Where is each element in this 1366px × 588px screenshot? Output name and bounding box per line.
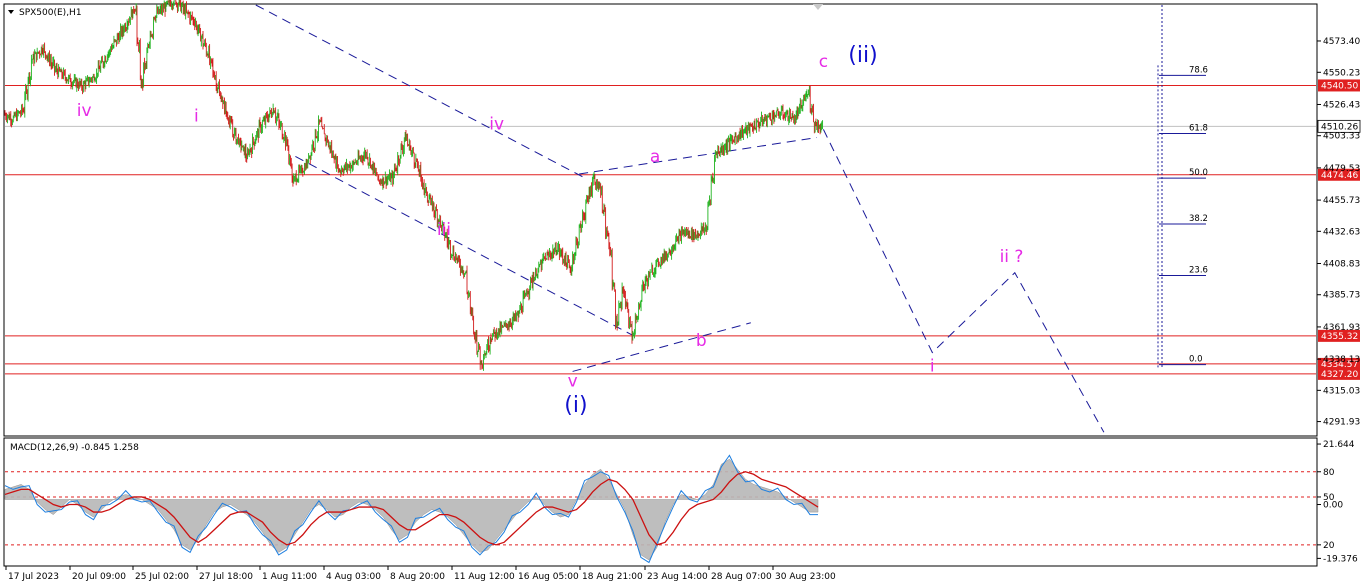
chart-canvas[interactable]: 4540.504474.464355.324334.574327.204510.… — [0, 0, 1366, 588]
price-tick-label: 4526.43 — [1323, 100, 1360, 110]
price-tick-label: 4361.93 — [1323, 323, 1360, 333]
time-tick-label: 25 Jul 02:00 — [135, 572, 189, 582]
time-tick-label: 28 Aug 07:00 — [711, 572, 772, 582]
fib-level-label: 23.6 — [1189, 265, 1208, 275]
price-tick-label: 4291.93 — [1323, 418, 1360, 428]
wave-label: a — [650, 147, 660, 167]
time-tick-label: 8 Aug 20:00 — [390, 572, 445, 582]
wave-label: ii ? — [1000, 247, 1024, 267]
time-tick-label: 23 Aug 14:00 — [647, 572, 708, 582]
wave-label: (ii) — [848, 43, 877, 68]
time-tick-label: 20 Jul 09:00 — [72, 572, 126, 582]
time-tick-label: 16 Aug 05:00 — [518, 572, 579, 582]
time-tick-label: 17 Jul 2023 — [8, 572, 59, 582]
macd-title: MACD(12,26,9) -0.845 1.258 — [10, 443, 139, 453]
time-tick-label: 30 Aug 23:00 — [775, 572, 836, 582]
time-tick-label: 18 Aug 21:00 — [582, 572, 643, 582]
wave-label: i — [930, 356, 935, 376]
time-tick-label: 27 Jul 18:00 — [199, 572, 253, 582]
symbol-label: SPX500(E),H1 — [19, 8, 82, 18]
wave-label: iii — [437, 220, 451, 240]
wave-label: b — [696, 331, 707, 351]
price-tick-label: 4338.13 — [1323, 355, 1360, 365]
time-tick-label: 4 Aug 03:00 — [326, 572, 381, 582]
fib-level-label: 61.8 — [1189, 123, 1208, 133]
price-level-label: 4540.50 — [1321, 81, 1358, 91]
macd-tick-label: 21.644 — [1323, 440, 1355, 450]
macd-tick-label: -19.376 — [1323, 554, 1358, 564]
fib-level-label: 50.0 — [1189, 168, 1208, 178]
price-level-label: 4355.32 — [1321, 332, 1358, 342]
time-tick-label: 1 Aug 11:00 — [262, 572, 317, 582]
price-tick-label: 4408.83 — [1323, 260, 1360, 270]
time-axis: 17 Jul 2023 20 Jul 09:00 25 Jul 02:00 27 Ju… — [5, 566, 836, 582]
price-tick-label: 4455.73 — [1323, 196, 1360, 206]
wave-label: iv — [77, 101, 92, 121]
price-tick-label: 4385.73 — [1323, 291, 1360, 301]
macd-tick-label: 80 — [1323, 468, 1335, 478]
wave-label: iv — [489, 114, 504, 134]
price-tick-label: 4550.23 — [1323, 68, 1360, 78]
macd-tick-label: 0.00 — [1323, 501, 1343, 511]
chart-window: 4540.50 4474.46 4355.32 4334.57 4327.20 4510.… — [0, 0, 1366, 588]
wave-label: c — [819, 52, 828, 72]
price-tick-label: 4315.03 — [1323, 386, 1360, 396]
wave-label: i — [194, 106, 199, 126]
price-tick-label: 4503.33 — [1323, 132, 1360, 142]
wave-label: (i) — [564, 393, 587, 418]
price-tick-label: 4573.40 — [1323, 37, 1360, 47]
price-level-label: 4327.20 — [1321, 370, 1358, 380]
price-tick-label: 4479.53 — [1323, 164, 1360, 174]
price-tick-label: 4432.63 — [1323, 227, 1360, 237]
wave-label: v — [568, 371, 578, 391]
time-tick-label: 11 Aug 12:00 — [454, 572, 515, 582]
fib-level-label: 0.0 — [1189, 355, 1203, 365]
main-pane-frame — [3, 3, 1318, 437]
macd-tick-label: 20 — [1323, 541, 1335, 551]
fib-level-label: 78.6 — [1189, 65, 1208, 75]
fib-level-label: 38.2 — [1189, 214, 1208, 224]
